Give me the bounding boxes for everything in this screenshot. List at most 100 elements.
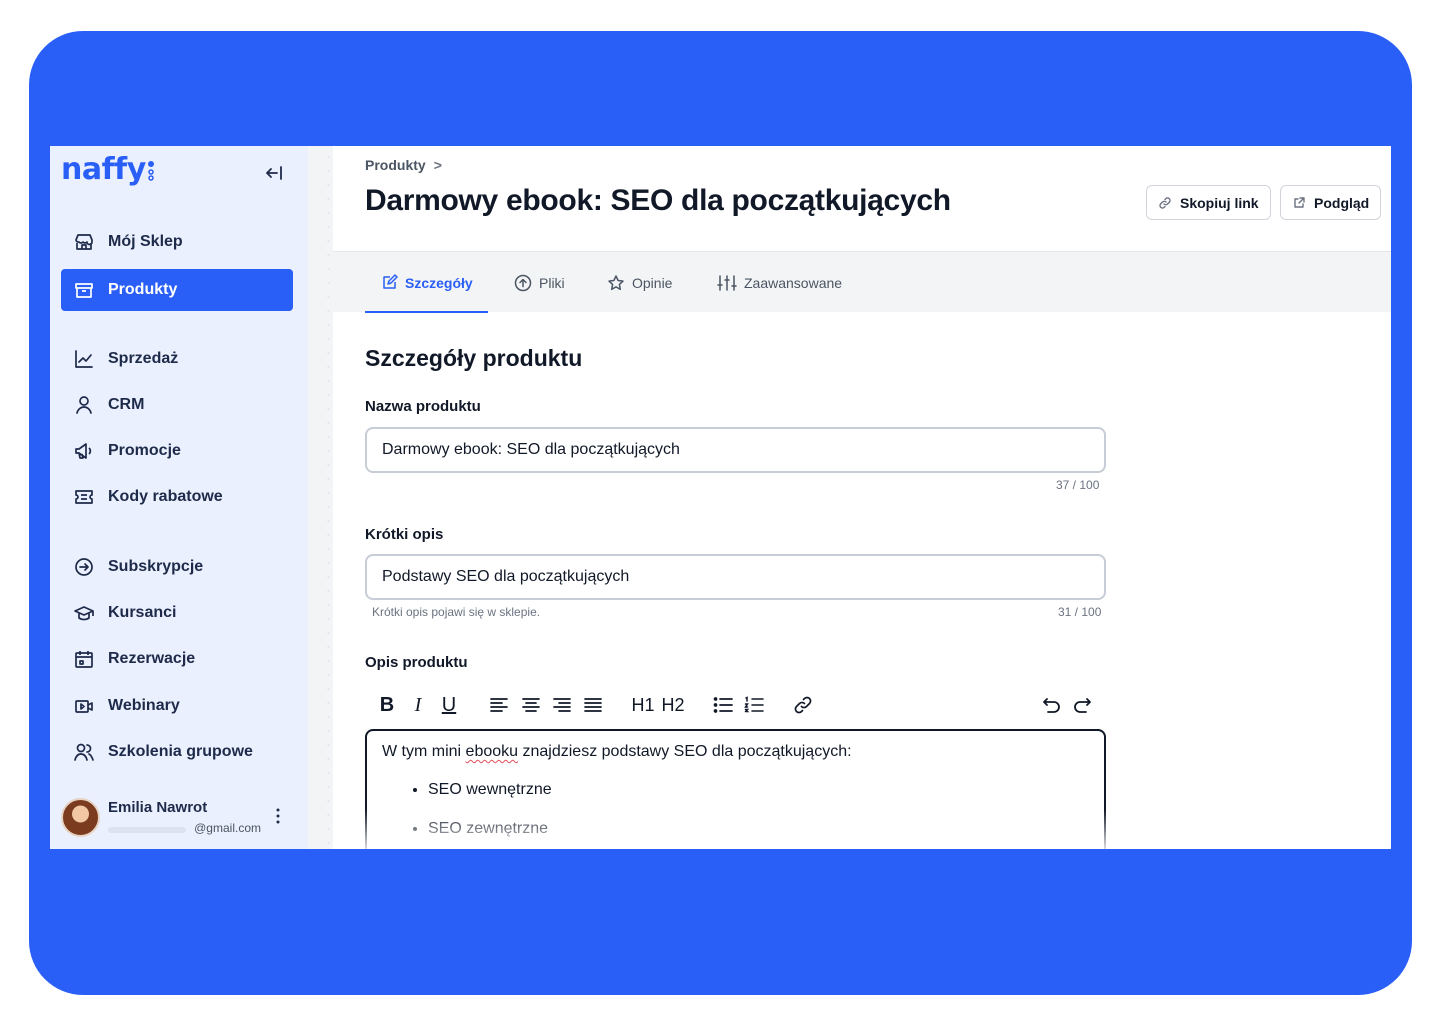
align-justify-icon [584, 698, 602, 712]
tab-label: Opinie [632, 274, 673, 291]
undo-icon [1043, 698, 1060, 713]
sidebar-item-webinary[interactable]: Webinary [61, 685, 293, 727]
sidebar-item-moj-sklep[interactable]: Mój Sklep [61, 221, 293, 263]
preview-label: Podgląd [1314, 194, 1370, 211]
sidebar-item-label: Szkolenia grupowe [108, 743, 253, 760]
sidebar-item-label: Sprzedaż [108, 350, 179, 367]
megaphone-icon [73, 440, 95, 462]
redo-button[interactable] [1070, 691, 1094, 719]
sidebar-item-produkty[interactable]: Produkty [61, 269, 293, 311]
sidebar-item-subskrypcje[interactable]: Subskrypcje [61, 546, 293, 588]
sidebar-item-szkolenia-grupowe[interactable]: Szkolenia grupowe [61, 731, 293, 773]
align-justify-button[interactable] [581, 691, 605, 719]
breadcrumb-separator: > [433, 157, 442, 173]
bullet-list-icon [713, 697, 733, 713]
heading-1-button[interactable]: H1 [631, 691, 655, 719]
tab-label: Szczegóły [405, 274, 473, 291]
copy-link-button[interactable]: Skopiuj link [1146, 185, 1271, 220]
short-description-hint: Krótki opis pojawi się w sklepie. [372, 605, 541, 619]
sidebar-item-label: Subskrypcje [108, 558, 204, 575]
sidebar-item-kody-rabatowe[interactable]: Kody rabatowe [61, 476, 293, 518]
star-icon [608, 274, 624, 290]
breadcrumb-link-produkty[interactable]: Produkty [365, 157, 426, 173]
video-icon [73, 695, 95, 717]
undo-button[interactable] [1040, 691, 1064, 719]
tab-opinie[interactable]: Opinie [607, 252, 672, 313]
misspelled-word: ebooku [465, 743, 519, 760]
sidebar-item-crm[interactable]: CRM [61, 384, 293, 426]
product-name-input[interactable]: Darmowy ebook: SEO dla początkujących [365, 427, 1106, 473]
align-right-button[interactable] [550, 691, 574, 719]
sidebar-item-promocje[interactable]: Promocje [61, 430, 293, 472]
arrow-left-bar-icon [266, 166, 282, 180]
sidebar-item-label: Mój Sklep [108, 233, 183, 250]
product-name-counter: 37 / 100 [1056, 478, 1100, 492]
upload-icon [514, 274, 532, 291]
numbered-list-button[interactable] [742, 691, 766, 719]
page-title: Darmowy ebook: SEO dla początkujących [365, 184, 951, 217]
copy-link-label: Skopiuj link [1180, 194, 1259, 211]
blue-frame-background: naffy Mój Sklep Produkty Sprzedaż CRM Pr… [29, 31, 1412, 995]
sidebar-item-sprzedaz[interactable]: Sprzedaż [61, 338, 293, 380]
app-window: naffy Mój Sklep Produkty Sprzedaż CRM Pr… [50, 146, 1391, 849]
chart-line-icon [73, 348, 95, 370]
bullet-list-button[interactable] [711, 691, 735, 719]
heading-2-button[interactable]: H2 [661, 691, 685, 719]
subscription-icon [73, 556, 95, 578]
section-title: Szczegóły produktu [365, 345, 583, 371]
external-link-icon [1294, 196, 1305, 208]
tab-pliki[interactable]: Pliki [514, 252, 565, 313]
tab-label: Pliki [539, 274, 565, 291]
description-intro: W tym mini ebooku znajdziesz podstawy SE… [382, 743, 852, 760]
align-left-button[interactable] [487, 691, 511, 719]
tab-label: Zaawansowane [744, 274, 843, 291]
edit-icon [383, 274, 398, 289]
product-name-label: Nazwa produktu [365, 398, 481, 415]
sidebar-item-label: Kursanci [108, 604, 177, 621]
user-profile[interactable]: Emilia Nawrot @gmail.com [61, 796, 293, 840]
sidebar-item-label: Webinary [108, 697, 180, 714]
editor-toolbar: B I U H1 H2 [365, 691, 1106, 719]
align-center-button[interactable] [519, 691, 543, 719]
sidebar-item-label: CRM [108, 396, 145, 413]
sidebar-item-rezerwacje[interactable]: Rezerwacje [61, 638, 293, 680]
user-icon [73, 394, 95, 416]
preview-button[interactable]: Podgląd [1280, 185, 1382, 220]
brand-logo[interactable]: naffy [61, 152, 146, 187]
breadcrumb: Produkty > [365, 157, 442, 173]
description-label: Opis produktu [365, 654, 468, 671]
tab-zaawansowane[interactable]: Zaawansowane [717, 252, 842, 313]
ticket-icon [73, 486, 95, 508]
tab-szczegoly[interactable]: Szczegóły [365, 252, 488, 313]
link-icon [1159, 196, 1171, 209]
description-editor[interactable]: W tym mini ebooku znajdziesz podstawy SE… [365, 729, 1106, 849]
store-icon [73, 231, 95, 253]
short-description-counter: 31 / 100 [1058, 605, 1102, 619]
logo-dots-icon [148, 161, 154, 181]
underline-button[interactable]: U [439, 691, 459, 719]
numbered-list-icon [744, 696, 764, 713]
align-center-icon [522, 698, 540, 712]
bold-button[interactable]: B [377, 691, 397, 719]
sidebar-item-kursanci[interactable]: Kursanci [61, 592, 293, 634]
link-icon [794, 696, 812, 714]
graduation-cap-icon [73, 602, 95, 624]
description-bullet-list: SEO wewnętrzne SEO zewnętrzne [382, 779, 1089, 840]
sidebar-item-label: Rezerwacje [108, 650, 196, 667]
user-email: @gmail.com [108, 821, 261, 835]
short-description-label: Krótki opis [365, 526, 444, 543]
insert-link-button[interactable] [791, 691, 815, 719]
more-vertical-icon [276, 808, 280, 824]
avatar [61, 798, 100, 837]
sidebar-item-label: Kody rabatowe [108, 488, 223, 505]
user-name: Emilia Nawrot [108, 799, 208, 816]
sidebar-item-label: Promocje [108, 442, 181, 459]
main-content: Produkty > Darmowy ebook: SEO dla począt… [333, 146, 1391, 849]
italic-button[interactable]: I [408, 691, 428, 719]
collapse-sidebar-button[interactable] [263, 162, 285, 184]
sidebar-item-label: Produkty [108, 281, 178, 298]
sliders-icon [717, 274, 737, 291]
sidebar: naffy Mój Sklep Produkty Sprzedaż CRM Pr… [50, 146, 308, 849]
short-description-input[interactable]: Podstawy SEO dla początkujących [365, 554, 1106, 600]
user-menu-button[interactable] [271, 806, 285, 826]
